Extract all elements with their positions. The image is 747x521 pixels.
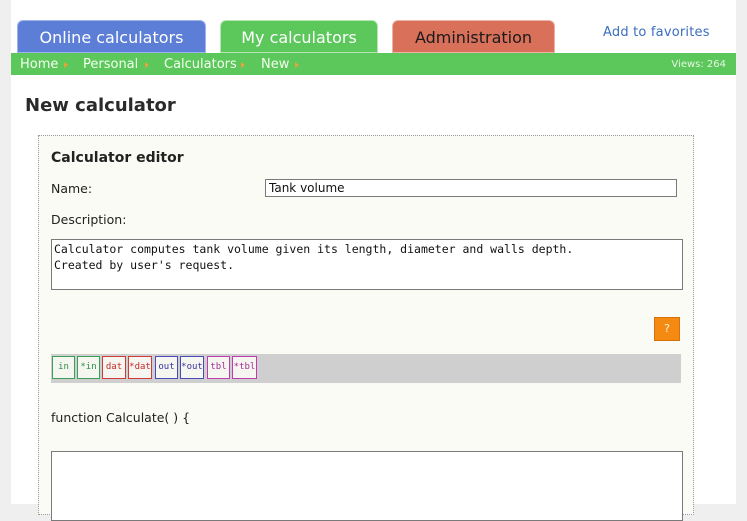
name-input[interactable] — [265, 179, 677, 197]
insert-input-list-button[interactable]: *in — [77, 356, 100, 379]
description-label: Description: — [51, 212, 127, 227]
insert-data-button[interactable]: dat — [102, 356, 126, 379]
insert-table-list-button[interactable]: *tbl — [232, 356, 257, 379]
breadcrumb: Home Personal Calculators New Views: 264 — [11, 53, 736, 75]
tab-online-calculators[interactable]: Online calculators — [17, 20, 206, 53]
tab-administration[interactable]: Administration — [392, 20, 555, 53]
name-label: Name: — [51, 181, 93, 196]
insert-output-button[interactable]: out — [155, 356, 178, 379]
breadcrumb-arrow-icon — [145, 62, 149, 68]
breadcrumb-arrow-icon — [295, 62, 299, 68]
insert-input-button[interactable]: in — [52, 356, 75, 379]
insert-table-button[interactable]: tbl — [207, 356, 230, 379]
editor-toolbar: in *in dat *dat out *out tbl *tbl — [51, 354, 681, 383]
tab-my-calculators[interactable]: My calculators — [220, 20, 378, 53]
add-to-favorites-link[interactable]: Add to favorites — [603, 25, 710, 40]
breadcrumb-arrow-icon — [241, 62, 245, 68]
description-textarea[interactable]: Calculator computes tank volume given it… — [51, 239, 683, 290]
breadcrumb-new[interactable]: New — [261, 57, 289, 72]
code-editor[interactable] — [51, 451, 683, 521]
editor-title: Calculator editor — [51, 150, 184, 166]
help-button[interactable]: ? — [654, 317, 680, 341]
insert-output-list-button[interactable]: *out — [180, 356, 204, 379]
views-counter: Views: 264 — [671, 59, 726, 70]
breadcrumb-arrow-icon — [64, 62, 68, 68]
breadcrumb-personal[interactable]: Personal — [83, 57, 138, 72]
breadcrumb-home[interactable]: Home — [20, 57, 58, 72]
breadcrumb-calculators[interactable]: Calculators — [164, 57, 237, 72]
page-title: New calculator — [25, 95, 176, 116]
insert-data-list-button[interactable]: *dat — [128, 356, 152, 379]
function-signature: function Calculate( ) { — [51, 410, 191, 425]
page: Online calculators My calculators Admini… — [11, 0, 736, 521]
calculator-editor-panel: Calculator editor Name: Description: Cal… — [38, 135, 694, 521]
